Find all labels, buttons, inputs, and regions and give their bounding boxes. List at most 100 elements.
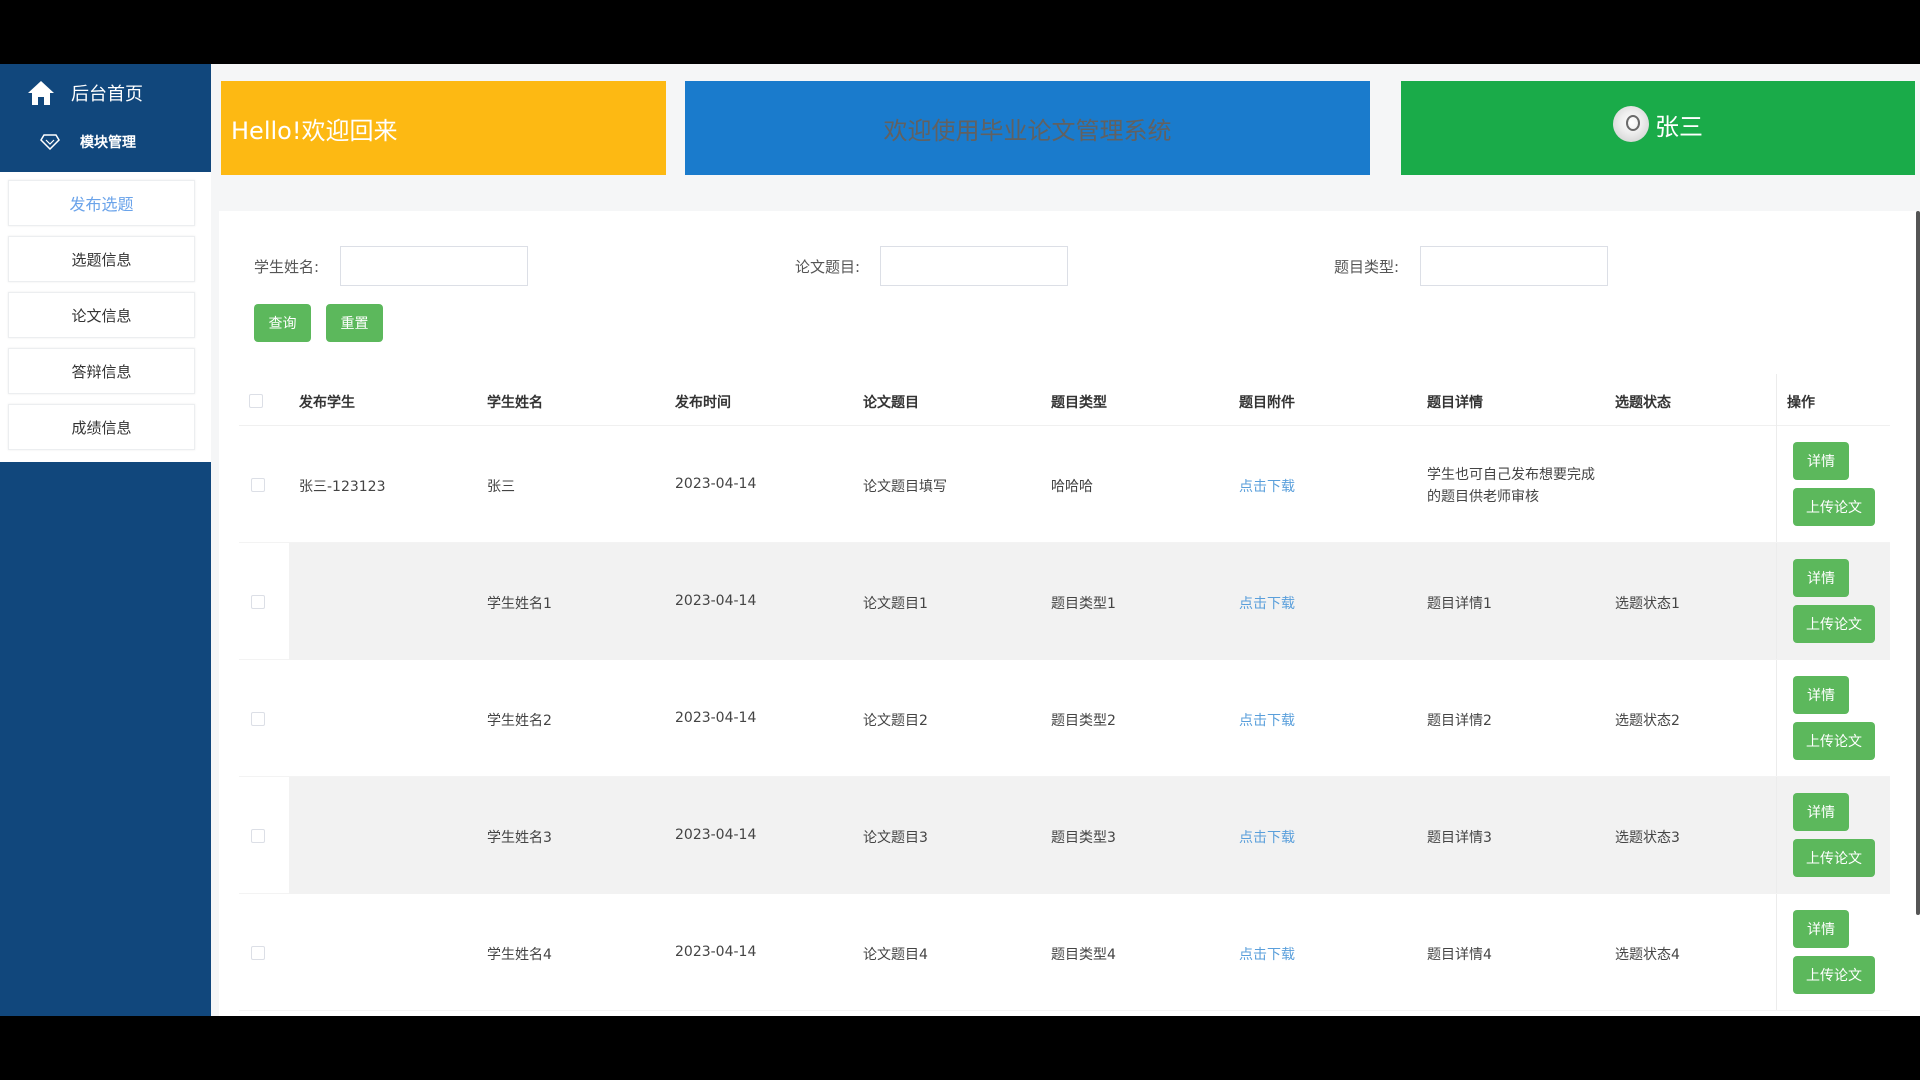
table-row: 学生姓名2 2023-04-14 论文题目2 题目类型2 点击下载 题目详情2 … <box>239 660 1890 777</box>
cell-topic-type: 题目类型4 <box>1051 947 1116 963</box>
student-name-label: 学生姓名: <box>254 258 320 276</box>
app-screen: 后台首页 模块管理 发布选题 选题信息 论文信息 答辩信息 成绩信息 Hello… <box>0 64 1920 1016</box>
cell-detail: 学生也可自己发布想要完成的题目供老师审核 <box>1427 467 1595 505</box>
row-checkbox[interactable] <box>251 595 265 609</box>
welcome-text: Hello!欢迎回来 <box>231 116 398 145</box>
header-publish-time: 发布时间 <box>675 395 731 411</box>
search-form: 学生姓名: 论文题目: 题目类型: <box>219 246 1919 286</box>
sidebar-item-thesis-info[interactable]: 论文信息 <box>8 292 195 338</box>
cell-publish-time: 2023-04-14 <box>675 593 757 609</box>
sidebar-header: 后台首页 模块管理 <box>0 64 211 172</box>
query-button[interactable]: 查询 <box>254 304 311 342</box>
table-row: 学生姓名4 2023-04-14 论文题目4 题目类型4 点击下载 题目详情4 … <box>239 894 1890 1011</box>
home-label: 后台首页 <box>71 84 143 105</box>
home-link[interactable]: 后台首页 <box>26 78 143 108</box>
header-actions-col: 操作 <box>1776 374 1890 426</box>
detail-button[interactable]: 详情 <box>1793 910 1849 948</box>
detail-button[interactable]: 详情 <box>1793 442 1849 480</box>
student-name-input[interactable] <box>340 246 528 286</box>
table-row: 张三-123123 张三 2023-04-14 论文题目填写 哈哈哈 点击下载 … <box>239 426 1890 543</box>
actions-col: 详情 上传论文 <box>1776 426 1890 542</box>
diamond-icon <box>40 134 60 150</box>
download-link[interactable]: 点击下载 <box>1239 827 1295 847</box>
module-management[interactable]: 模块管理 <box>40 132 136 152</box>
cell-detail: 题目详情3 <box>1427 830 1492 846</box>
cell-topic-type: 题目类型1 <box>1051 596 1116 612</box>
cell-publish-time: 2023-04-14 <box>675 710 757 726</box>
cell-publish-time: 2023-04-14 <box>675 944 757 960</box>
cell-thesis-title: 论文题目1 <box>863 596 928 612</box>
cell-detail: 题目详情4 <box>1427 947 1492 963</box>
upload-thesis-button[interactable]: 上传论文 <box>1793 605 1875 643</box>
sidebar-item-publish-topic[interactable]: 发布选题 <box>8 180 195 226</box>
table-row: 学生姓名3 2023-04-14 论文题目3 题目类型3 点击下载 题目详情3 … <box>239 777 1890 894</box>
actions-col: 详情 上传论文 <box>1776 777 1890 893</box>
actions-col: 详情 上传论文 <box>1776 543 1890 659</box>
header-publisher: 发布学生 <box>299 395 355 411</box>
table-header: 发布学生 学生姓名 发布时间 论文题目 题目类型 题目附件 题目详情 选题状态 … <box>239 374 1890 426</box>
download-link[interactable]: 点击下载 <box>1239 593 1295 613</box>
cell-topic-type: 题目类型3 <box>1051 830 1116 846</box>
home-icon <box>28 81 54 105</box>
sidebar-item-defense-info[interactable]: 答辩信息 <box>8 348 195 394</box>
download-link[interactable]: 点击下载 <box>1239 476 1295 496</box>
cell-publish-time: 2023-04-14 <box>675 476 757 492</box>
cell-publish-time: 2023-04-14 <box>675 827 757 843</box>
select-all-checkbox[interactable] <box>249 394 263 408</box>
thesis-title-label: 论文题目: <box>795 258 861 276</box>
table-row: 学生姓名1 2023-04-14 论文题目1 题目类型1 点击下载 题目详情1 … <box>239 543 1890 660</box>
search-buttons: 查询 重置 <box>254 304 383 342</box>
cell-thesis-title: 论文题目2 <box>863 713 928 729</box>
download-link[interactable]: 点击下载 <box>1239 710 1295 730</box>
cell-student-name: 学生姓名1 <box>487 596 552 612</box>
reset-button[interactable]: 重置 <box>326 304 383 342</box>
welcome-banner: Hello!欢迎回来 <box>221 81 666 175</box>
detail-button[interactable]: 详情 <box>1793 793 1849 831</box>
cell-status: 选题状态3 <box>1615 830 1680 846</box>
header-attachment: 题目附件 <box>1239 395 1295 411</box>
cell-student-name: 张三 <box>487 479 515 495</box>
cell-status: 选题状态1 <box>1615 596 1680 612</box>
detail-button[interactable]: 详情 <box>1793 559 1849 597</box>
header-thesis-title: 论文题目 <box>863 395 919 411</box>
topic-type-label: 题目类型: <box>1334 258 1400 276</box>
sidebar-menu: 发布选题 选题信息 论文信息 答辩信息 成绩信息 <box>0 172 211 462</box>
header-student-name: 学生姓名 <box>487 395 543 411</box>
system-title: 欢迎使用毕业论文管理系统 <box>883 116 1172 145</box>
row-checkbox[interactable] <box>251 478 265 492</box>
header-topic-type: 题目类型 <box>1051 395 1107 411</box>
actions-col: 详情 上传论文 <box>1776 894 1890 1010</box>
header-actions: 操作 <box>1787 395 1815 411</box>
scrollbar[interactable] <box>1916 211 1920 915</box>
detail-button[interactable]: 详情 <box>1793 676 1849 714</box>
main-panel: 学生姓名: 论文题目: 题目类型: 查询 重置 发布学生 学生姓名 发布时间 论… <box>219 211 1920 1016</box>
cell-thesis-title: 论文题目填写 <box>863 479 947 495</box>
cell-thesis-title: 论文题目3 <box>863 830 928 846</box>
row-checkbox[interactable] <box>251 946 265 960</box>
cell-student-name: 学生姓名3 <box>487 830 552 846</box>
thesis-title-input[interactable] <box>880 246 1068 286</box>
topic-type-input[interactable] <box>1420 246 1608 286</box>
cell-student-name: 学生姓名4 <box>487 947 552 963</box>
upload-thesis-button[interactable]: 上传论文 <box>1793 722 1875 760</box>
actions-col: 详情 上传论文 <box>1776 660 1890 776</box>
sidebar-item-topic-info[interactable]: 选题信息 <box>8 236 195 282</box>
upload-thesis-button[interactable]: 上传论文 <box>1793 488 1875 526</box>
cell-topic-type: 哈哈哈 <box>1051 479 1093 495</box>
user-banner[interactable]: 张三 <box>1401 81 1915 175</box>
sidebar: 后台首页 模块管理 发布选题 选题信息 论文信息 答辩信息 成绩信息 <box>0 64 211 1016</box>
cell-detail: 题目详情1 <box>1427 596 1492 612</box>
cell-student-name: 学生姓名2 <box>487 713 552 729</box>
cell-detail: 题目详情2 <box>1427 713 1492 729</box>
cell-publisher: 张三-123123 <box>299 479 386 495</box>
row-checkbox[interactable] <box>251 829 265 843</box>
sidebar-item-grade-info[interactable]: 成绩信息 <box>8 404 195 450</box>
upload-thesis-button[interactable]: 上传论文 <box>1793 839 1875 877</box>
download-link[interactable]: 点击下载 <box>1239 944 1295 964</box>
module-label: 模块管理 <box>80 135 136 151</box>
cell-topic-type: 题目类型2 <box>1051 713 1116 729</box>
cell-status: 选题状态2 <box>1615 713 1680 729</box>
row-checkbox[interactable] <box>251 712 265 726</box>
upload-thesis-button[interactable]: 上传论文 <box>1793 956 1875 994</box>
cell-status: 选题状态4 <box>1615 947 1680 963</box>
